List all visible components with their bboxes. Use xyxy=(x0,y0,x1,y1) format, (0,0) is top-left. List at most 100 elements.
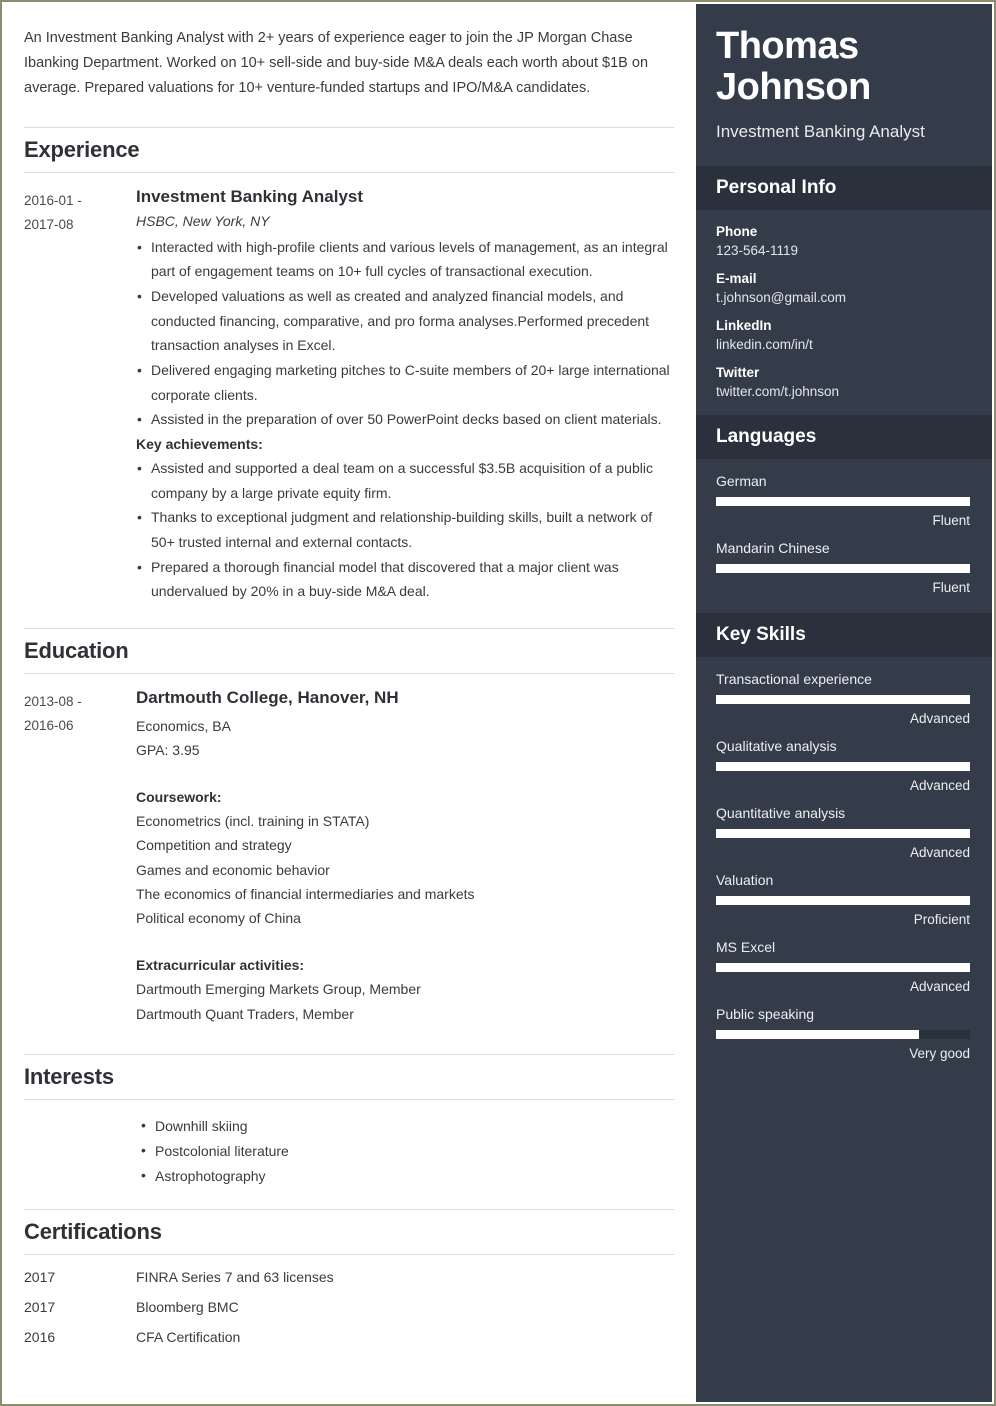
languages-heading-bar: Languages xyxy=(696,415,992,460)
list-item: Developed valuations as well as created … xyxy=(136,284,674,358)
skill-item: Quantitative analysis Advanced xyxy=(716,805,970,860)
experience-entry: 2016-01 - 2017-08 Investment Banking Ana… xyxy=(24,173,674,604)
coursework-item: Econometrics (incl. training in STATA) xyxy=(136,813,370,829)
skill-name: Quantitative analysis xyxy=(716,805,846,822)
languages-heading: Languages xyxy=(716,426,817,448)
sidebar-filler xyxy=(696,1079,992,1402)
skill-level-bar xyxy=(716,963,970,973)
coursework-item: The economics of financial intermediarie… xyxy=(136,886,475,903)
skill-level-fill xyxy=(716,829,970,839)
contact-value[interactable]: t.johnson@gmail.com xyxy=(716,290,970,305)
skill-name: Qualitative analysis xyxy=(716,738,837,755)
list-item: Assisted in the preparation of over 50 P… xyxy=(136,407,674,432)
certifications-heading: Certifications xyxy=(24,1218,162,1244)
experience-spacer xyxy=(24,604,674,626)
skill-level-bar xyxy=(716,896,970,906)
skill-name: Public speaking xyxy=(716,1006,815,1023)
list-item: Prepared a thorough financial model that… xyxy=(136,555,674,604)
interests-heading: Interests xyxy=(24,1063,114,1089)
education-degree: Economics, BA xyxy=(136,717,231,734)
skill-name: MS Excel xyxy=(716,939,776,956)
certification-year: 2017 xyxy=(24,1298,56,1315)
key-skills-heading: Key Skills xyxy=(716,624,806,646)
extracurricular-label: Extracurricular activities: xyxy=(136,956,305,973)
contact-value[interactable]: twitter.com/t.johnson xyxy=(716,384,970,399)
language-level-fill xyxy=(716,564,970,574)
key-skills-heading-bar: Key Skills xyxy=(696,613,992,658)
interests-list: Downhill skiing Postcolonial literature … xyxy=(24,1100,674,1207)
contact-item-phone: Phone 123-564-1119 xyxy=(716,224,970,258)
list-item: Postcolonial literature xyxy=(140,1138,674,1164)
education-dates: 2013-08 - 2016-06 xyxy=(24,688,136,1026)
education-spacer-1 xyxy=(136,763,674,785)
skill-level-fill xyxy=(716,762,970,772)
education-heading-bar: Education xyxy=(24,627,674,674)
candidate-name: Thomas Johnson xyxy=(716,25,871,109)
personal-info-heading: Personal Info xyxy=(716,177,837,199)
experience-body: Investment Banking Analyst HSBC, New Yor… xyxy=(136,187,674,604)
list-item: Assisted and supported a deal team on a … xyxy=(136,456,674,505)
skill-item: Valuation Proficient xyxy=(716,872,970,927)
skill-level-bar xyxy=(716,762,970,772)
section-education: Education 2013-08 - 2016-06 Dartmouth Co… xyxy=(24,627,674,1052)
resume-page: An Investment Banking Analyst with 2+ ye… xyxy=(0,0,996,1406)
experience-date-from: 2016-01 - xyxy=(24,192,82,208)
section-interests: Interests Downhill skiing Postcolonial l… xyxy=(24,1053,674,1207)
certification-row: 2016 CFA Certification xyxy=(24,1315,674,1345)
skill-level-fill xyxy=(716,963,970,973)
coursework-item: Games and economic behavior xyxy=(136,861,330,878)
contact-value[interactable]: linkedin.com/in/t xyxy=(716,337,970,352)
education-date-from: 2013-08 - xyxy=(24,693,82,709)
education-date-to: 2016-06 xyxy=(24,717,74,733)
language-level-label: Fluent xyxy=(932,580,970,596)
skill-item: Public speaking Very good xyxy=(716,1006,970,1061)
key-skills-body: Transactional experience Advanced Qualit… xyxy=(696,657,992,1079)
list-item: Interacted with high-profile clients and… xyxy=(136,235,674,284)
skill-level-fill xyxy=(716,1030,920,1040)
education-school: Dartmouth College, Hanover, NH xyxy=(136,687,399,707)
contact-label: Twitter xyxy=(716,365,760,381)
contact-item-linkedin: LinkedIn linkedin.com/in/t xyxy=(716,318,970,352)
key-achievements-list: Assisted and supported a deal team on a … xyxy=(136,456,674,604)
list-item: Downhill skiing xyxy=(140,1113,674,1139)
coursework-item: Political economy of China xyxy=(136,910,301,927)
skill-level-bar xyxy=(716,829,970,839)
language-name: German xyxy=(716,473,767,490)
personal-info-heading-bar: Personal Info xyxy=(696,166,992,211)
name-block: Thomas Johnson Investment Banking Analys… xyxy=(696,4,992,166)
contact-value[interactable]: 123-564-1119 xyxy=(716,243,970,258)
education-entry: 2013-08 - 2016-06 Dartmouth College, Han… xyxy=(24,674,674,1026)
education-spacer-2 xyxy=(136,931,674,953)
skill-name: Valuation xyxy=(716,872,774,889)
language-level-bar xyxy=(716,497,970,507)
skill-level-fill xyxy=(716,896,970,906)
language-item: German Fluent xyxy=(716,473,970,528)
candidate-job-title: Investment Banking Analyst xyxy=(716,122,925,142)
certification-year: 2016 xyxy=(24,1328,56,1345)
education-body: Dartmouth College, Hanover, NH Economics… xyxy=(136,688,674,1026)
certifications-heading-bar: Certifications xyxy=(24,1208,674,1255)
extracurricular-item: Dartmouth Quant Traders, Member xyxy=(136,1005,354,1022)
skill-level-bar xyxy=(716,695,970,705)
sidebar-inner: Thomas Johnson Investment Banking Analys… xyxy=(696,4,992,1402)
experience-job-title: Investment Banking Analyst xyxy=(136,186,364,206)
language-level-bar xyxy=(716,564,970,574)
list-item: Thanks to exceptional judgment and relat… xyxy=(136,505,674,554)
section-experience: Experience 2016-01 - 2017-08 Investment … xyxy=(24,126,674,626)
experience-dates: 2016-01 - 2017-08 xyxy=(24,187,136,604)
language-name: Mandarin Chinese xyxy=(716,540,830,557)
skill-item: MS Excel Advanced xyxy=(716,939,970,994)
language-level-label: Fluent xyxy=(932,513,970,529)
sidebar: Thomas Johnson Investment Banking Analys… xyxy=(696,2,994,1404)
skill-level-fill xyxy=(716,695,970,705)
contact-label: Phone xyxy=(716,224,758,240)
list-item: Delivered engaging marketing pitches to … xyxy=(136,358,674,407)
contact-label: LinkedIn xyxy=(716,318,772,334)
skill-item: Transactional experience Advanced xyxy=(716,671,970,726)
professional-summary: An Investment Banking Analyst with 2+ ye… xyxy=(24,30,649,96)
experience-employer: HSBC, New York, NY xyxy=(136,212,270,229)
skill-level-label: Advanced xyxy=(909,845,970,861)
main-column: An Investment Banking Analyst with 2+ ye… xyxy=(2,2,696,1404)
skill-item: Qualitative analysis Advanced xyxy=(716,738,970,793)
education-heading: Education xyxy=(24,637,129,663)
